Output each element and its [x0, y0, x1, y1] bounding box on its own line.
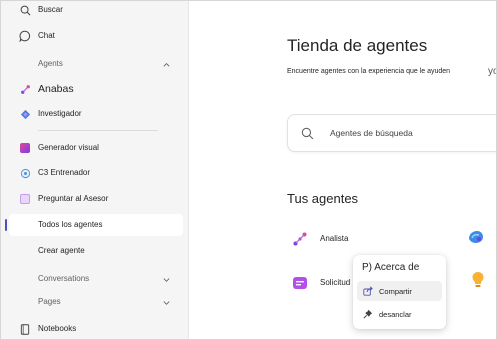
agent-icon-partial-1 — [467, 228, 485, 246]
menu-item-label: desanclar — [379, 310, 412, 319]
sidebar-item-label: Preguntar al Asesor — [38, 194, 109, 203]
agent-context-menu: P) Acerca de Compartir desanclar — [353, 255, 446, 329]
solicitud-icon — [292, 275, 308, 291]
menu-item-label: Compartir — [379, 287, 412, 296]
investigador-icon — [19, 108, 31, 120]
page-subtitle: Encuentre agentes con la experiencia que… — [287, 68, 451, 75]
agent-label: Analista — [320, 234, 349, 243]
generador-visual-icon — [19, 142, 31, 154]
sidebar-item-chat[interactable]: Chat — [1, 25, 183, 47]
sidebar-item-create-agent[interactable]: Crear agente — [1, 240, 183, 262]
anabas-icon — [19, 83, 31, 95]
sidebar-item-label: Investigador — [38, 109, 82, 118]
page-title: Tienda de agentes — [287, 36, 428, 55]
context-menu-header[interactable]: P) Acerca de — [362, 262, 419, 273]
chevron-down-icon — [161, 295, 171, 307]
agent-search-input[interactable]: Agentes de búsqueda — [287, 114, 496, 152]
chevron-up-icon — [161, 57, 171, 69]
sidebar-item-notebooks[interactable]: Notebooks — [1, 318, 183, 339]
section-header-pages[interactable]: Pages — [1, 291, 183, 313]
sidebar-item-generador-visual[interactable]: Generador visual — [1, 137, 183, 159]
agent-label: Solicitud — [320, 278, 351, 287]
asesor-icon — [19, 193, 31, 205]
chat-icon — [19, 30, 31, 42]
analista-icon — [292, 231, 308, 247]
lightbulb-icon — [471, 271, 485, 289]
section-header-label: Agents — [38, 59, 63, 68]
sidebar-item-search[interactable]: Buscar — [1, 1, 183, 21]
sidebar-item-all-agents[interactable]: Todos los agentes — [1, 214, 183, 236]
sidebar-item-investigador[interactable]: Investigador — [1, 103, 183, 125]
sidebar-item-label: C3 Entrenador — [38, 168, 91, 177]
clipped-text: yo — [488, 66, 496, 77]
sidebar-item-label: Crear agente — [38, 246, 85, 255]
sidebar-item-entrenador[interactable]: C3 Entrenador — [1, 162, 183, 184]
sidebar-item-label: Todos los agentes — [38, 220, 103, 229]
chevron-down-icon — [161, 272, 171, 284]
menu-item-unpin[interactable]: desanclar — [357, 304, 442, 324]
entrenador-icon — [19, 167, 31, 179]
agent-card-analista[interactable]: Analista — [292, 229, 412, 249]
sidebar-item-anabas[interactable]: Anabas — [1, 78, 183, 100]
sidebar-item-label: Generador visual — [38, 143, 99, 152]
menu-item-share[interactable]: Compartir — [357, 281, 442, 301]
notebook-icon — [19, 323, 31, 335]
sidebar-item-label: Chat — [38, 31, 55, 40]
sidebar-item-asesor[interactable]: Preguntar al Asesor — [1, 188, 183, 210]
sidebar-item-label: Buscar — [38, 5, 63, 14]
section-header-agents[interactable]: Agents — [1, 53, 183, 75]
search-icon — [19, 4, 31, 16]
your-agents-heading: Tus agentes — [287, 191, 359, 206]
section-header-label: Pages — [38, 297, 61, 306]
share-icon — [363, 286, 373, 296]
unpin-icon — [363, 309, 373, 319]
section-header-label: Conversations — [38, 274, 90, 283]
sidebar: Buscar Chat Agents Anabas Investigador G… — [1, 1, 189, 339]
section-header-conversations[interactable]: Conversations — [1, 268, 183, 290]
sidebar-item-label: Anabas — [38, 83, 74, 95]
search-placeholder: Agentes de búsqueda — [330, 128, 413, 138]
main-content: Tienda de agentes Encuentre agentes con … — [189, 1, 496, 339]
app-window: Buscar Chat Agents Anabas Investigador G… — [0, 0, 497, 340]
sidebar-item-label: Notebooks — [38, 324, 77, 333]
sidebar-divider — [38, 130, 158, 131]
search-icon — [301, 127, 315, 141]
